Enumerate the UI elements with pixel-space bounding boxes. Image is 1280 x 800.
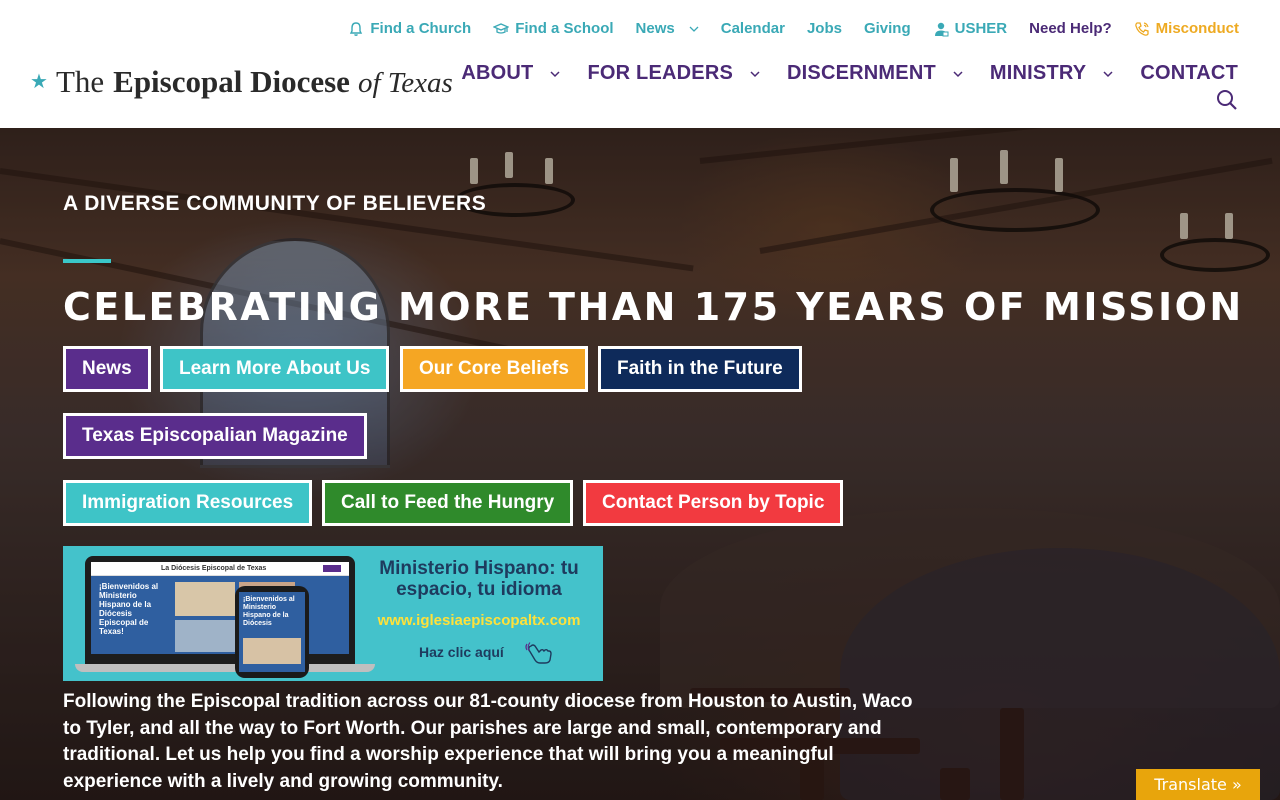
feed-hungry-button[interactable]: Call to Feed the Hungry <box>322 480 574 526</box>
faith-future-button[interactable]: Faith in the Future <box>598 346 802 392</box>
user-badge-icon <box>933 21 949 37</box>
news-label: News <box>635 20 675 37</box>
learn-more-button[interactable]: Learn More About Us <box>160 346 390 392</box>
find-church-link[interactable]: Find a Church <box>348 20 471 37</box>
laptop-screen: La Diócesis Episcopal de Texas ¡Bienveni… <box>91 562 349 654</box>
screen-welcome-text: ¡Bienvenidos al Ministerio Hispano de la… <box>99 582 159 636</box>
nav-ministry-label: MINISTRY <box>989 62 1087 84</box>
phone-text: ¡Bienvenidos al Ministerio Hispano de la… <box>243 596 295 627</box>
usher-label: USHER <box>954 20 1008 37</box>
screen-header: La Diócesis Episcopal de Texas <box>161 565 267 572</box>
misconduct-link[interactable]: Misconduct <box>1134 20 1239 37</box>
promo-cta: Haz clic aquí <box>419 644 504 660</box>
nav-discernment-label: DISCERNMENT <box>787 62 936 84</box>
phone-screen: ¡Bienvenidos al Ministerio Hispano de la… <box>239 592 305 672</box>
contact-topic-button[interactable]: Contact Person by Topic <box>583 480 844 526</box>
find-school-label: Find a School <box>515 20 614 37</box>
laptop-mockup: La Diócesis Episcopal de Texas ¡Bienveni… <box>85 556 355 668</box>
graduation-cap-icon <box>493 21 510 37</box>
search-icon <box>1216 89 1238 111</box>
main-nav: ABOUT FOR LEADERS DISCERNMENT MINISTRY C… <box>435 62 1238 85</box>
nav-contact[interactable]: CONTACT <box>1140 62 1238 85</box>
news-button[interactable]: News <box>63 346 151 392</box>
nav-for-leaders[interactable]: FOR LEADERS <box>587 62 761 85</box>
accent-divider <box>63 259 111 263</box>
hero-headline: CELEBRATING MORE THAN 175 YEARS OF MISSI… <box>63 285 1244 329</box>
pointing-hand-icon <box>525 642 553 664</box>
site-logo[interactable]: ★ The Episcopal Diocese of Texas <box>30 64 453 100</box>
nav-about[interactable]: ABOUT <box>461 62 561 85</box>
translate-button[interactable]: Translate » <box>1136 769 1260 800</box>
calendar-link[interactable]: Calendar <box>721 20 785 37</box>
jobs-link[interactable]: Jobs <box>807 20 842 37</box>
search-button[interactable] <box>1216 89 1238 111</box>
news-menu[interactable]: News <box>636 20 699 37</box>
misconduct-label: Misconduct <box>1155 20 1239 37</box>
laptop-base <box>75 664 375 672</box>
chevron-down-icon <box>1102 68 1114 80</box>
nav-about-label: ABOUT <box>461 62 534 84</box>
phone-mockup: ¡Bienvenidos al Ministerio Hispano de la… <box>235 586 309 678</box>
promo-url: www.iglesiaepiscopaltx.com <box>377 612 581 629</box>
chevron-down-icon <box>689 24 699 34</box>
star-icon: ★ <box>30 69 48 93</box>
hero-description: Following the Episcopal tradition across… <box>63 691 913 792</box>
chevron-down-icon <box>549 68 561 80</box>
nav-discernment[interactable]: DISCERNMENT <box>787 62 964 85</box>
utility-nav: Find a Church Find a School News Calenda… <box>326 20 1239 37</box>
hero-tagline: A DIVERSE COMMUNITY OF BELIEVERS <box>63 192 487 215</box>
site-header: Find a Church Find a School News Calenda… <box>0 0 1280 128</box>
logo-the: The <box>55 64 105 99</box>
bell-icon <box>348 21 364 37</box>
nav-ministry[interactable]: MINISTRY <box>990 62 1114 85</box>
chevron-down-icon <box>749 68 761 80</box>
usher-link[interactable]: USHER <box>933 20 1008 37</box>
ministerio-hispano-banner[interactable]: La Diócesis Episcopal de Texas ¡Bienveni… <box>63 546 603 681</box>
need-help-link[interactable]: Need Help? <box>1029 20 1112 37</box>
immigration-button[interactable]: Immigration Resources <box>63 480 313 526</box>
find-school-link[interactable]: Find a School <box>493 20 614 37</box>
nav-for-leaders-label: FOR LEADERS <box>587 62 734 84</box>
find-church-label: Find a Church <box>370 20 472 37</box>
logo-name: Episcopal Diocese <box>113 64 350 99</box>
core-beliefs-button[interactable]: Our Core Beliefs <box>400 346 588 392</box>
giving-link[interactable]: Giving <box>864 20 911 37</box>
chevron-down-icon <box>952 68 964 80</box>
promo-title: Ministerio Hispano: tu espacio, tu idiom… <box>379 558 579 600</box>
phone-icon <box>1134 21 1150 37</box>
magazine-button[interactable]: Texas Episcopalian Magazine <box>63 413 367 459</box>
